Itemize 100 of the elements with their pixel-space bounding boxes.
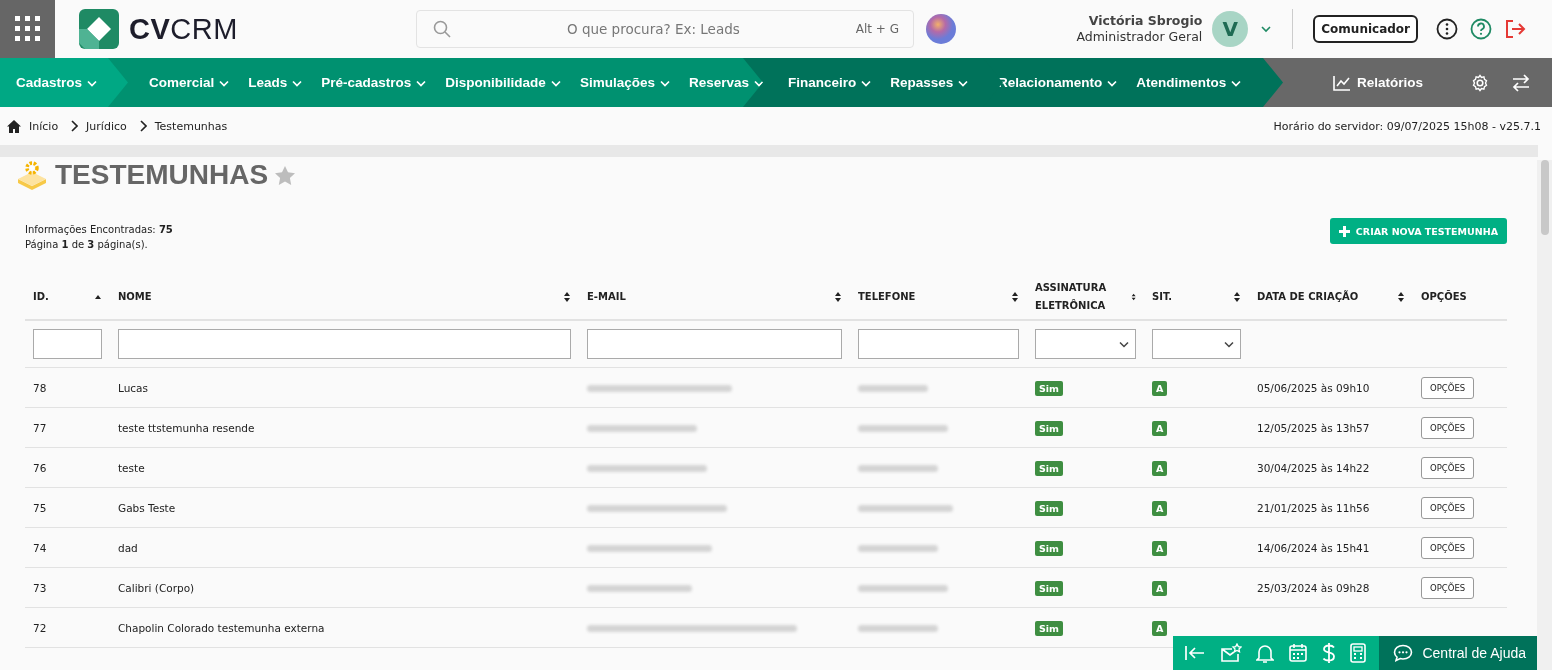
sort-icon[interactable] xyxy=(1011,291,1019,303)
options-button[interactable]: OPÇÕES xyxy=(1421,576,1475,599)
menu-item[interactable]: Repasses xyxy=(890,75,969,90)
plus-icon xyxy=(1338,225,1350,237)
menu-item[interactable]: Comercial xyxy=(149,75,230,90)
filter-dropdown[interactable] xyxy=(1035,329,1136,359)
chevron-down-icon xyxy=(87,79,98,87)
logo-text: CVCRM xyxy=(129,12,238,46)
table-cell: 74 xyxy=(33,541,47,554)
shortcut-hint: Alt + G xyxy=(855,22,899,36)
help-icon[interactable] xyxy=(1470,18,1492,40)
dollar-icon[interactable] xyxy=(1322,642,1337,664)
options-button[interactable]: OPÇÕES xyxy=(1421,536,1475,559)
calendar-icon[interactable] xyxy=(1288,643,1309,663)
more-options-icon[interactable] xyxy=(1436,18,1458,40)
module-icon xyxy=(15,159,49,191)
ai-orb-icon[interactable] xyxy=(926,14,956,44)
options-button[interactable]: OPÇÕES xyxy=(1421,456,1475,479)
column-header[interactable]: ID. xyxy=(33,288,49,306)
menu-item[interactable]: Disponibilidade xyxy=(445,75,561,90)
results-info: Página 1 de 3 página(s). xyxy=(25,238,149,252)
menu-item[interactable]: Atendimentos xyxy=(1136,75,1242,90)
mail-star-icon[interactable] xyxy=(1220,643,1243,663)
help-center-button[interactable]: Central de Ajuda xyxy=(1379,636,1537,670)
user-name: Victória Sbrogio xyxy=(1088,13,1203,29)
menu-item[interactable]: Simulações xyxy=(579,75,670,90)
menu-item[interactable]: Financeiro xyxy=(788,75,872,90)
status-badge: A xyxy=(1152,580,1168,596)
table-cell: 12/05/2025 às 13h57 xyxy=(1257,421,1370,434)
filter-field[interactable] xyxy=(587,329,842,359)
chevron-down-icon xyxy=(1119,340,1129,348)
chevron-down-icon xyxy=(1231,79,1242,87)
logout-icon[interactable] xyxy=(1504,18,1526,40)
breadcrumb-item[interactable]: Início xyxy=(29,119,59,133)
filter-field[interactable] xyxy=(858,329,1019,359)
filter-field[interactable] xyxy=(33,329,102,359)
chevron-down-icon xyxy=(1107,79,1118,87)
apps-menu-button[interactable] xyxy=(0,0,55,58)
column-header[interactable]: NOME xyxy=(118,288,152,306)
filter-field[interactable] xyxy=(118,329,571,359)
options-button[interactable]: OPÇÕES xyxy=(1421,416,1475,439)
table-cell: 73 xyxy=(33,581,47,594)
table-cell: 14/06/2024 às 15h41 xyxy=(1257,541,1370,554)
bell-icon[interactable] xyxy=(1256,643,1275,663)
sort-ascending-icon[interactable] xyxy=(94,294,102,300)
search-field[interactable]: O que procura? Ex: Leads xyxy=(461,20,846,38)
filter-dropdown[interactable] xyxy=(1152,329,1241,359)
sort-icon[interactable] xyxy=(563,291,571,303)
column-header[interactable]: SIT. xyxy=(1152,288,1173,306)
chevron-down-icon xyxy=(292,79,303,87)
star-icon[interactable] xyxy=(274,164,297,186)
reports-menu-item[interactable]: Relatórios xyxy=(1332,74,1423,91)
menu-item[interactable]: Leads xyxy=(248,75,303,90)
communicator-button[interactable]: Comunicador xyxy=(1313,15,1418,43)
signature-badge: Sim xyxy=(1035,540,1063,556)
sort-icon[interactable] xyxy=(1233,291,1241,303)
table-cell: Calibri (Corpo) xyxy=(118,581,195,594)
sort-icon[interactable] xyxy=(1130,291,1136,303)
home-icon xyxy=(7,119,21,133)
sort-icon[interactable] xyxy=(834,291,842,303)
column-header[interactable]: TELEFONE xyxy=(858,288,916,306)
table-cell: Chapolin Colorado testemunha externa xyxy=(118,621,325,634)
table-cell: teste xyxy=(118,461,145,474)
menu-item[interactable]: Pré-cadastros xyxy=(321,75,427,90)
signature-badge: Sim xyxy=(1035,460,1063,476)
signature-badge: Sim xyxy=(1035,620,1063,636)
scrollbar-thumb[interactable] xyxy=(1540,160,1549,235)
chevron-down-icon xyxy=(659,79,670,87)
grid-icon xyxy=(14,16,41,42)
column-header[interactable]: ASSINATURA ELETRÔNICA xyxy=(1035,279,1131,315)
page-title: TESTEMUNHAS xyxy=(55,159,269,191)
search-bar[interactable]: O que procura? Ex: Leads Alt + G xyxy=(416,10,914,48)
signature-badge: Sim xyxy=(1035,500,1063,516)
column-header[interactable]: DATA DE CRIAÇÃO xyxy=(1257,288,1359,306)
table-cell: 75 xyxy=(33,501,47,514)
breadcrumb-item: Testemunhas xyxy=(154,119,228,133)
results-info: Informações Encontradas: 75 xyxy=(25,223,173,237)
table-cell: 25/03/2024 às 09h28 xyxy=(1257,581,1370,594)
settings-icon[interactable] xyxy=(1471,73,1489,92)
calculator-icon[interactable] xyxy=(1350,643,1367,663)
sort-icon[interactable] xyxy=(1397,291,1405,303)
menu-item[interactable]: Relacionamento xyxy=(998,75,1118,90)
table-cell: 76 xyxy=(33,461,47,474)
collapse-icon[interactable] xyxy=(1184,645,1207,661)
user-avatar[interactable]: V xyxy=(1212,11,1249,47)
search-icon xyxy=(433,20,451,38)
options-button[interactable]: OPÇÕES xyxy=(1421,496,1475,519)
table-cell: 05/06/2025 às 09h10 xyxy=(1257,381,1370,394)
column-header[interactable]: E-MAIL xyxy=(587,288,626,306)
chevron-down-icon xyxy=(958,79,969,87)
table-cell: 21/01/2025 às 11h56 xyxy=(1257,501,1370,514)
table-cell: 30/04/2025 às 14h22 xyxy=(1257,461,1370,474)
server-time: Horário do servidor: 09/07/2025 15h08 - v25.7.1 xyxy=(1273,119,1541,133)
options-button[interactable]: OPÇÕES xyxy=(1421,376,1475,399)
chevron-down-icon[interactable] xyxy=(1260,25,1273,33)
user-role: Administrador Geral xyxy=(1076,29,1203,45)
breadcrumb-item[interactable]: Jurídico xyxy=(86,119,127,133)
redacted-text xyxy=(858,385,928,392)
chevron-right-icon xyxy=(70,120,79,132)
swap-icon[interactable] xyxy=(1511,73,1531,92)
